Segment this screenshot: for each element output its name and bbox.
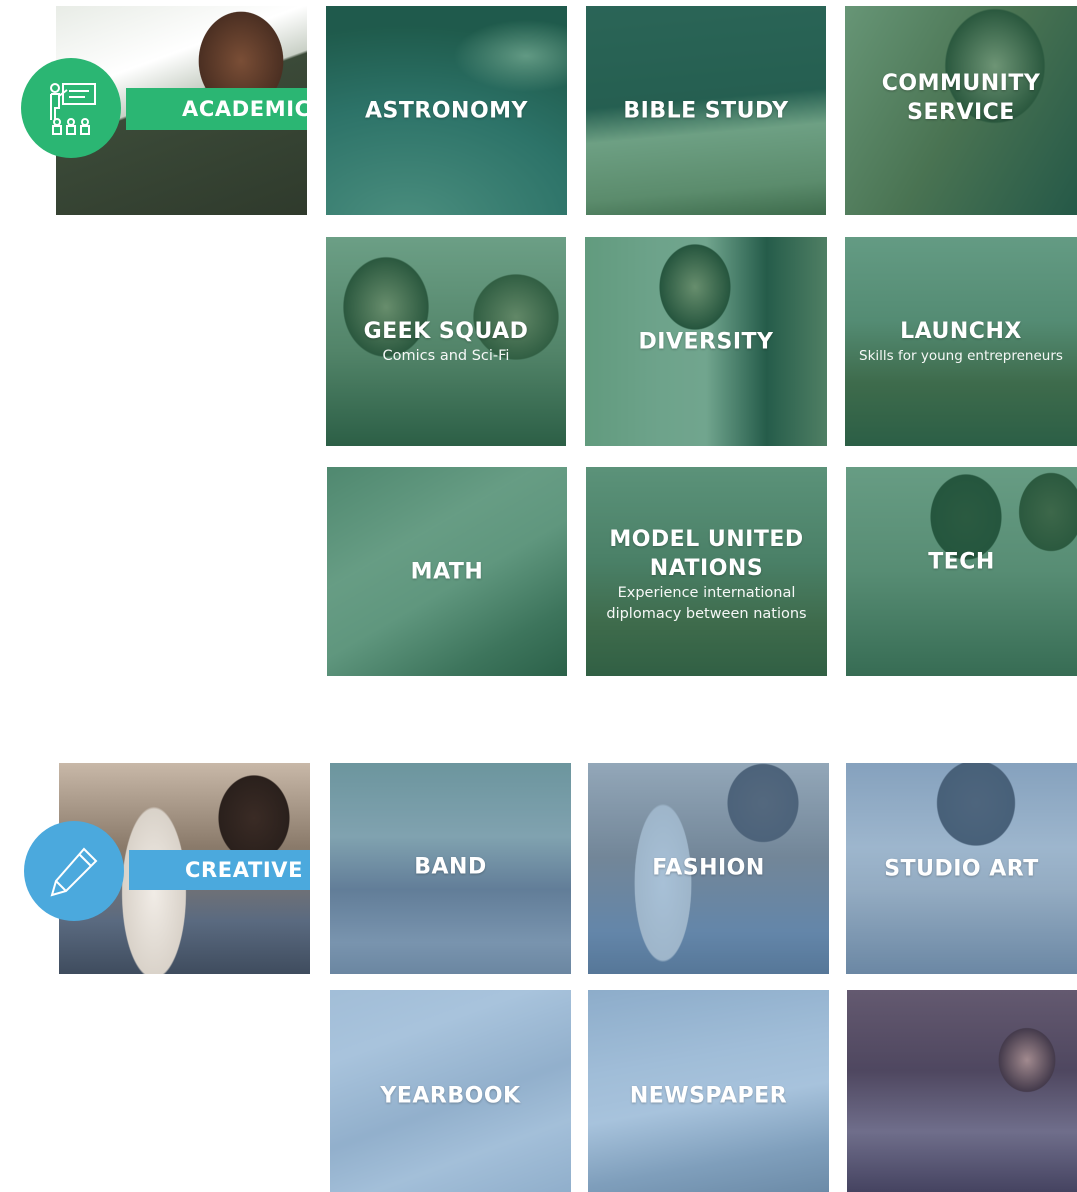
creative-badge [24, 821, 124, 921]
tile-label: LAUNCHX Skills for young entrepreneurs [845, 317, 1077, 367]
creative-category-ribbon: CREATIVE [129, 850, 310, 890]
tile-diversity[interactable]: DIVERSITY [585, 237, 827, 446]
tile-title: MATH [410, 559, 484, 584]
pencil-icon [50, 847, 98, 897]
tile-label: YEARBOOK [330, 1082, 571, 1111]
tile-tech[interactable]: TECH [846, 467, 1077, 676]
tile-title: TECH [928, 549, 995, 574]
tile-label: FASHION [588, 853, 829, 882]
tile-label: TECH [846, 547, 1077, 576]
tile-title: NEWSPAPER [629, 1083, 788, 1109]
tile-label: DIVERSITY [585, 327, 827, 356]
tile-title: LAUNCHX [900, 318, 1022, 344]
tile-title: MODEL UNITED NATIONS [609, 526, 804, 581]
tile-performance[interactable] [847, 990, 1077, 1192]
tile-label: GEEK SQUAD Comics and Sci-Fi [326, 317, 566, 367]
tile-label: COMMUNITY SERVICE [845, 69, 1077, 127]
tile-title: BIBLE STUDY [623, 98, 789, 123]
tile-launchx[interactable]: LAUNCHX Skills for young entrepreneurs [845, 237, 1077, 446]
teacher-board-icon [50, 83, 96, 135]
academic-category-label: ACADEMIC [182, 97, 307, 121]
academic-badge [21, 58, 121, 158]
tile-astronomy[interactable]: ASTRONOMY [326, 6, 567, 215]
tile-title: YEARBOOK [380, 1083, 521, 1109]
tile-math[interactable]: MATH [327, 467, 567, 676]
tile-title: FASHION [652, 855, 765, 880]
tile-title: GEEK SQUAD [363, 318, 529, 344]
tile-band[interactable]: BAND [330, 763, 571, 974]
tile-geek-squad[interactable]: GEEK SQUAD Comics and Sci-Fi [326, 237, 566, 446]
tile-bible-study[interactable]: BIBLE STUDY [586, 6, 826, 215]
tile-label: STUDIO ART [846, 854, 1077, 883]
academic-category-ribbon: ACADEMIC [126, 88, 307, 130]
tile-label: BIBLE STUDY [586, 96, 826, 125]
tile-subtitle: Experience international diplomacy betwe… [606, 584, 807, 622]
tile-model-united-nations[interactable]: MODEL UNITED NATIONS Experience internat… [586, 467, 827, 676]
tile-title: COMMUNITY SERVICE [881, 70, 1041, 125]
tile-tint [847, 990, 1077, 1192]
tile-label: NEWSPAPER [588, 1082, 829, 1111]
tile-subtitle: Comics and Sci-Fi [382, 347, 510, 364]
tile-title: STUDIO ART [884, 856, 1039, 881]
tile-label: ASTRONOMY [326, 96, 567, 125]
tile-label: BAND [330, 852, 571, 881]
tile-title: DIVERSITY [638, 329, 774, 354]
tile-title: ASTRONOMY [365, 98, 528, 123]
tile-fashion[interactable]: FASHION [588, 763, 829, 974]
creative-category-label: CREATIVE [185, 858, 304, 882]
tile-yearbook[interactable]: YEARBOOK [330, 990, 571, 1192]
tile-subtitle: Skills for young entrepreneurs [859, 347, 1063, 364]
tile-label: MATH [327, 557, 567, 586]
tile-newspaper[interactable]: NEWSPAPER [588, 990, 829, 1192]
tile-studio-art[interactable]: STUDIO ART [846, 763, 1077, 974]
tile-community-service[interactable]: COMMUNITY SERVICE [845, 6, 1077, 215]
tile-title: BAND [414, 854, 487, 879]
tile-label: MODEL UNITED NATIONS Experience internat… [586, 525, 827, 625]
